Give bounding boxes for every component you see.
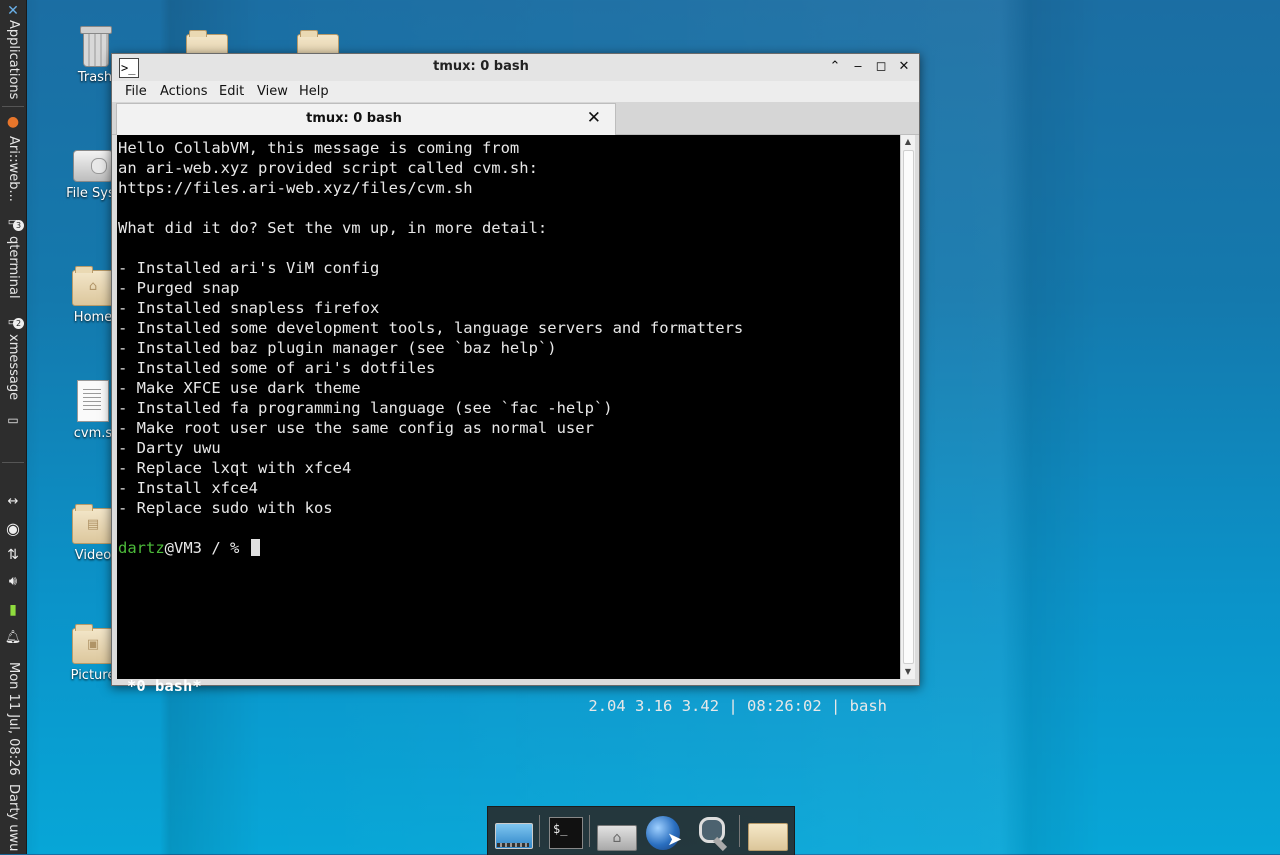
menu-help[interactable]: Help bbox=[299, 84, 329, 99]
window-maximize-button[interactable]: ◻ bbox=[872, 58, 890, 76]
terminal-output: Hello CollabVM, this message is coming f… bbox=[118, 138, 898, 538]
tab-label: tmux: 0 bash bbox=[306, 111, 402, 126]
obs-icon[interactable]: ◉ bbox=[3, 519, 23, 539]
dock-separator bbox=[589, 815, 590, 847]
tmux-window-list[interactable]: *0 bash* bbox=[127, 676, 202, 696]
battery-icon[interactable]: ▮ bbox=[3, 600, 23, 620]
prompt-host-path: @VM3 / % bbox=[164, 539, 249, 557]
tab-tmux-bash[interactable]: tmux: 0 bash ✕ bbox=[116, 103, 616, 135]
scrollbar-thumb[interactable] bbox=[903, 150, 914, 664]
desktop-icon[interactable] bbox=[493, 813, 533, 851]
terminal-line: - Installed some development tools, lang… bbox=[118, 319, 744, 337]
terminal-icon[interactable]: $_ bbox=[546, 813, 586, 851]
dock-separator bbox=[539, 815, 540, 847]
terminal-line: an ari-web.xyz provided script called cv… bbox=[118, 159, 538, 177]
terminal-line: - Make root user use the same config as … bbox=[118, 419, 594, 437]
terminal-line: - Installed baz plugin manager (see `baz… bbox=[118, 339, 557, 357]
terminal-line: - Replace sudo with kos bbox=[118, 499, 333, 517]
web-browser-icon[interactable]: ➤ bbox=[643, 813, 683, 851]
network-arrows-icon[interactable]: ↔ bbox=[3, 492, 23, 512]
text-file-icon bbox=[77, 380, 109, 422]
tmux-status-right: 2.04 3.16 3.42 | 08:26:02 | bash bbox=[588, 697, 887, 715]
pictures-folder-icon: ▣ bbox=[72, 624, 114, 664]
tmux-status-bar: *0 bash* 2.04 3.16 3.42 | 08:26:02 | bas… bbox=[117, 656, 900, 715]
terminal-area[interactable]: Hello CollabVM, this message is coming f… bbox=[117, 135, 900, 715]
side-panel: ✕ Applications ● Ari::web... ▭ 3 qtermin… bbox=[0, 0, 27, 854]
terminal-line: - Replace lxqt with xfce4 bbox=[118, 459, 352, 477]
menu-edit[interactable]: Edit bbox=[219, 84, 244, 99]
terminal-line: - Installed some of ari's dotfiles bbox=[118, 359, 436, 377]
xfce-logo-icon[interactable]: ✕ bbox=[3, 1, 23, 21]
terminal-line: - Installed ari's ViM config bbox=[118, 259, 380, 277]
tab-bar: tmux: 0 bash ✕ bbox=[112, 102, 919, 135]
firefox-icon[interactable]: ● bbox=[3, 112, 23, 132]
taskbar-item-xmessage[interactable]: xmessage bbox=[1, 334, 25, 406]
drive-icon bbox=[73, 150, 113, 182]
home-folder-icon: ⌂ bbox=[72, 266, 114, 306]
terminal-window[interactable]: >_ tmux: 0 bash ⌃ ‒ ◻ ✕ File Actions Edi… bbox=[111, 53, 920, 715]
panel-separator bbox=[2, 462, 24, 463]
prompt-user: dartz bbox=[118, 539, 165, 557]
volume-icon[interactable]: 🔊︎ bbox=[3, 572, 23, 592]
menu-view[interactable]: View bbox=[257, 84, 288, 99]
terminal-line: - Make XFCE use dark theme bbox=[118, 379, 361, 397]
taskbar-item-ari-web[interactable]: Ari::web... bbox=[1, 136, 25, 208]
panel-user-label[interactable]: Darty uwu bbox=[1, 784, 25, 852]
search-icon[interactable] bbox=[693, 813, 733, 852]
terminal-line: - Install xfce4 bbox=[118, 479, 258, 497]
notification-bell-icon[interactable]: 🔔︎ bbox=[3, 628, 23, 648]
terminal-line: - Installed snapless firefox bbox=[118, 299, 380, 317]
folder-icon[interactable] bbox=[746, 813, 788, 851]
show-desktop-icon[interactable]: ▭ bbox=[3, 410, 23, 430]
scroll-up-arrow-icon[interactable]: ▲ bbox=[901, 135, 915, 149]
bottom-dock: $_ ⌂ ➤ bbox=[487, 806, 795, 855]
menu-actions[interactable]: Actions bbox=[160, 84, 208, 99]
panel-clock[interactable]: Mon 11 Jul, 08:26 bbox=[1, 662, 25, 780]
vertical-scrollbar[interactable]: ▲ ▼ bbox=[900, 135, 915, 679]
window-titlebar[interactable]: >_ tmux: 0 bash ⌃ ‒ ◻ ✕ bbox=[112, 54, 919, 82]
terminal-line: Hello CollabVM, this message is coming f… bbox=[118, 139, 520, 157]
terminal-line: https://files.ari-web.xyz/files/cvm.sh bbox=[118, 179, 473, 197]
shell-prompt[interactable]: dartz@VM3 / % bbox=[118, 538, 260, 558]
terminal-line: What did it do? Set the vm up, in more d… bbox=[118, 219, 548, 237]
window-shade-button[interactable]: ⌃ bbox=[826, 58, 844, 76]
terminal-cursor bbox=[250, 539, 260, 556]
home-folder-icon[interactable]: ⌂ bbox=[596, 813, 637, 851]
task-count-badge: 2 bbox=[13, 318, 24, 329]
taskbar-item-qterminal[interactable]: qterminal bbox=[1, 236, 25, 302]
trash-icon bbox=[80, 26, 112, 67]
task-count-badge: 3 bbox=[13, 220, 24, 231]
tab-close-icon[interactable]: ✕ bbox=[587, 108, 601, 128]
applications-menu-button[interactable]: Applications bbox=[1, 20, 25, 100]
window-minimize-button[interactable]: ‒ bbox=[849, 58, 867, 76]
menu-file[interactable]: File bbox=[125, 84, 147, 99]
panel-separator bbox=[2, 106, 24, 107]
video-folder-icon: ▤ bbox=[72, 504, 114, 544]
terminal-line: - Purged snap bbox=[118, 279, 240, 297]
dock-separator bbox=[739, 815, 740, 847]
terminal-line: - Installed fa programming language (see… bbox=[118, 399, 613, 417]
menu-bar: File Actions Edit View Help bbox=[112, 81, 919, 102]
terminal-line: - Darty uwu bbox=[118, 439, 221, 457]
window-title: tmux: 0 bash bbox=[433, 59, 529, 74]
transfer-icon[interactable]: ⇅ bbox=[3, 545, 23, 565]
scroll-down-arrow-icon[interactable]: ▼ bbox=[901, 665, 915, 679]
window-close-button[interactable]: ✕ bbox=[895, 58, 913, 76]
